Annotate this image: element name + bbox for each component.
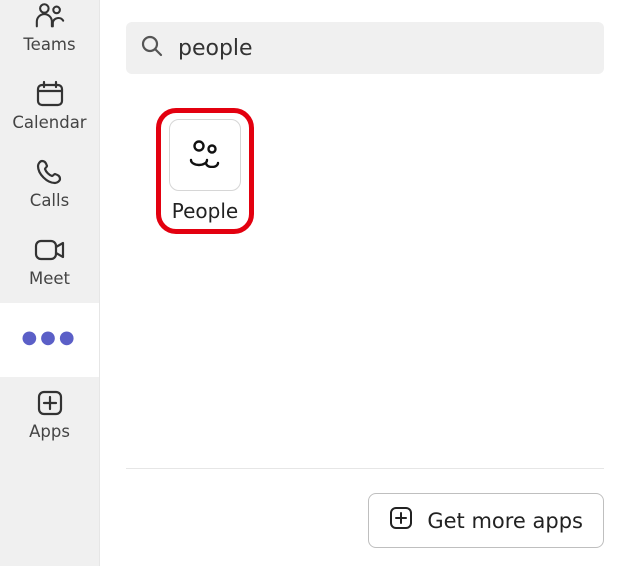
rail-item-teams[interactable]: Teams bbox=[0, 0, 99, 68]
apps-icon bbox=[34, 387, 66, 419]
rail-label-apps: Apps bbox=[29, 423, 70, 441]
rail-label-calendar: Calendar bbox=[12, 114, 86, 132]
search-results: People bbox=[126, 74, 604, 468]
rail-label-meet: Meet bbox=[29, 270, 70, 288]
meet-icon bbox=[34, 234, 66, 266]
rail-label-calls: Calls bbox=[30, 192, 69, 210]
footer-separator bbox=[126, 468, 604, 469]
apps-flyout-panel: People Get more apps bbox=[100, 0, 630, 566]
more-icon: ●●● bbox=[21, 313, 77, 363]
app-root: Teams Calendar Calls bbox=[0, 0, 630, 566]
plus-icon bbox=[389, 506, 413, 535]
rail-item-calendar[interactable]: Calendar bbox=[0, 68, 99, 146]
get-more-apps-label: Get more apps bbox=[427, 509, 583, 533]
rail-item-calls[interactable]: Calls bbox=[0, 146, 99, 224]
app-tile-people[interactable] bbox=[169, 119, 241, 191]
calls-icon bbox=[34, 156, 66, 188]
search-box[interactable] bbox=[126, 22, 604, 74]
app-label-people: People bbox=[172, 199, 238, 223]
teams-icon bbox=[34, 0, 66, 32]
people-icon bbox=[187, 138, 223, 172]
rail-label-teams: Teams bbox=[23, 36, 75, 54]
rail-item-meet[interactable]: Meet bbox=[0, 224, 99, 302]
rail-item-apps[interactable]: Apps bbox=[0, 377, 99, 455]
search-input[interactable] bbox=[176, 35, 590, 62]
rail-item-more[interactable]: ●●● bbox=[0, 303, 99, 377]
get-more-apps-button[interactable]: Get more apps bbox=[368, 493, 604, 548]
nav-rail: Teams Calendar Calls bbox=[0, 0, 100, 566]
highlight-callout: People bbox=[156, 108, 254, 234]
panel-footer: Get more apps bbox=[126, 493, 604, 566]
search-icon bbox=[140, 34, 164, 62]
calendar-icon bbox=[34, 78, 66, 110]
